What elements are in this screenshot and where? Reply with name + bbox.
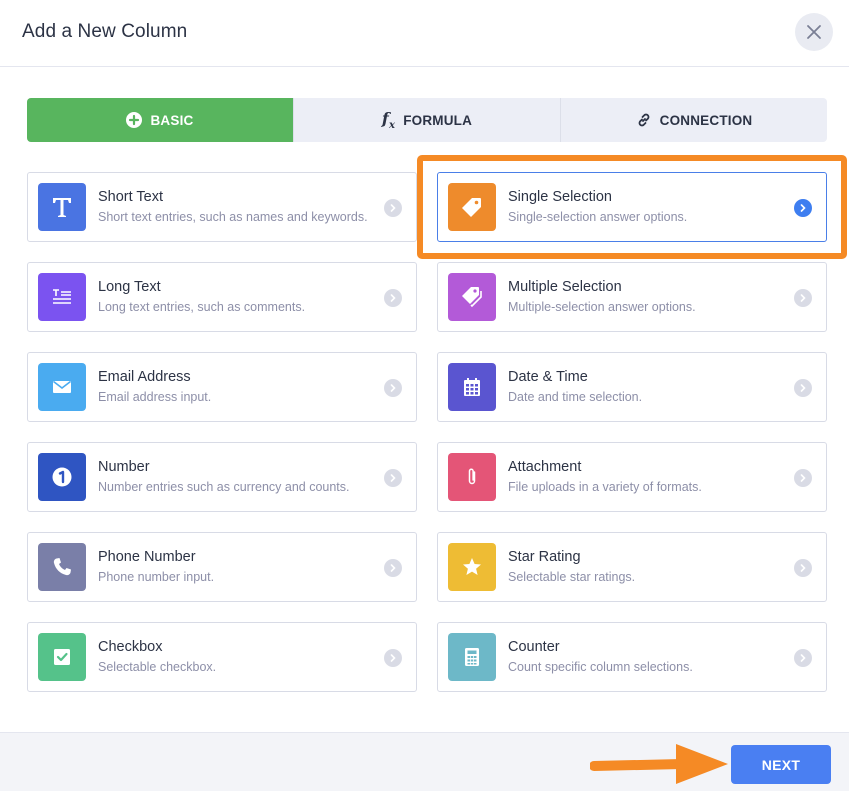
field-description: Email address input. <box>98 390 212 404</box>
tab-formula[interactable]: fx FORMULA <box>294 98 561 142</box>
fx-icon: fx <box>381 108 396 132</box>
field-name: Date & Time <box>508 369 588 385</box>
field-icon-box <box>448 273 496 321</box>
field-icon-box <box>38 453 86 501</box>
field-icon-box <box>448 453 496 501</box>
field-icon-box <box>448 543 496 591</box>
field-icon-box <box>38 543 86 591</box>
field-icon-box <box>448 363 496 411</box>
field-icon-box <box>448 633 496 681</box>
chevron-right-icon <box>794 649 812 667</box>
field-description: Date and time selection. <box>508 390 643 404</box>
field-description: Number entries such as currency and coun… <box>98 480 350 494</box>
field-short-text[interactable]: Short Text Short text entries, such as n… <box>27 172 417 242</box>
tab-basic-label: BASIC <box>150 112 194 128</box>
field-description: Selectable checkbox. <box>98 660 217 674</box>
field-description: Phone number input. <box>98 570 215 584</box>
tab-connection[interactable]: CONNECTION <box>561 98 827 142</box>
field-icon-box <box>38 633 86 681</box>
field-name: Checkbox <box>98 639 163 655</box>
chevron-right-icon <box>384 289 402 307</box>
arrow-annotation-icon <box>590 744 728 784</box>
field-name: Phone Number <box>98 549 196 565</box>
dialog-header: Add a New Column <box>0 0 849 67</box>
chevron-right-icon <box>384 379 402 397</box>
field-description: Count specific column selections. <box>508 660 693 674</box>
link-icon <box>638 113 649 127</box>
field-description: Single-selection answer options. <box>508 210 688 224</box>
next-button[interactable]: NEXT <box>731 745 831 784</box>
number-one-icon <box>52 467 72 487</box>
calculator-icon <box>465 648 479 666</box>
chevron-right-icon <box>384 469 402 487</box>
chevron-right-icon <box>384 199 402 217</box>
tab-basic[interactable]: BASIC <box>27 98 294 142</box>
field-icon-box <box>448 183 496 231</box>
field-name: Email Address <box>98 369 191 385</box>
plus-circle-icon <box>126 112 143 128</box>
field-name: Single Selection <box>508 189 612 205</box>
tab-connection-label: CONNECTION <box>659 112 753 128</box>
field-email-address[interactable]: Email Address Email address input. <box>27 352 417 422</box>
checkbox-icon <box>54 649 70 665</box>
field-single-selection[interactable]: Single Selection Single-selection answer… <box>437 172 827 242</box>
field-long-text[interactable]: Long Text Long text entries, such as com… <box>27 262 417 332</box>
column-type-tabs: BASIC fx FORMULA CONNECTION <box>27 98 827 142</box>
field-description: Selectable star ratings. <box>508 570 636 584</box>
envelope-icon <box>53 380 71 393</box>
chevron-right-icon <box>794 559 812 577</box>
field-counter[interactable]: Counter Count specific column selections… <box>437 622 827 692</box>
field-name: Short Text <box>98 189 164 205</box>
chevron-right-icon <box>794 379 812 397</box>
chevron-right-icon <box>384 559 402 577</box>
field-name: Attachment <box>508 459 582 475</box>
field-name: Long Text <box>98 279 161 295</box>
field-name: Multiple Selection <box>508 279 622 295</box>
field-number[interactable]: Number Number entries such as currency a… <box>27 442 417 512</box>
field-name: Number <box>98 459 150 475</box>
field-attachment[interactable]: Attachment File uploads in a variety of … <box>437 442 827 512</box>
tag-icon <box>462 198 481 217</box>
field-star-rating[interactable]: Star Rating Selectable star ratings. <box>437 532 827 602</box>
field-icon-box <box>38 363 86 411</box>
close-icon <box>807 25 821 39</box>
chevron-right-icon <box>794 199 812 217</box>
phone-icon <box>53 558 71 576</box>
calendar-icon <box>464 378 480 396</box>
field-icon-box <box>38 183 86 231</box>
chevron-right-icon <box>794 469 812 487</box>
long-text-icon <box>53 289 71 304</box>
paperclip-icon <box>468 468 476 485</box>
tags-icon <box>462 287 482 308</box>
field-description: Multiple-selection answer options. <box>508 300 696 314</box>
field-phone-number[interactable]: Phone Number Phone number input. <box>27 532 417 602</box>
text-t-icon <box>53 198 71 217</box>
chevron-right-icon <box>794 289 812 307</box>
field-description: Long text entries, such as comments. <box>98 300 306 314</box>
chevron-right-icon <box>384 649 402 667</box>
field-description: Short text entries, such as names and ke… <box>98 210 368 224</box>
field-name: Counter <box>508 639 560 655</box>
dialog-title: Add a New Column <box>22 21 188 42</box>
field-description: File uploads in a variety of formats. <box>508 480 702 494</box>
field-checkbox[interactable]: Checkbox Selectable checkbox. <box>27 622 417 692</box>
field-name: Star Rating <box>508 549 581 565</box>
field-date-time[interactable]: Date & Time Date and time selection. <box>437 352 827 422</box>
field-icon-box <box>38 273 86 321</box>
star-icon <box>463 558 481 575</box>
field-multiple-selection[interactable]: Multiple Selection Multiple-selection an… <box>437 262 827 332</box>
close-button[interactable] <box>795 13 833 51</box>
tab-formula-label: FORMULA <box>403 112 473 128</box>
